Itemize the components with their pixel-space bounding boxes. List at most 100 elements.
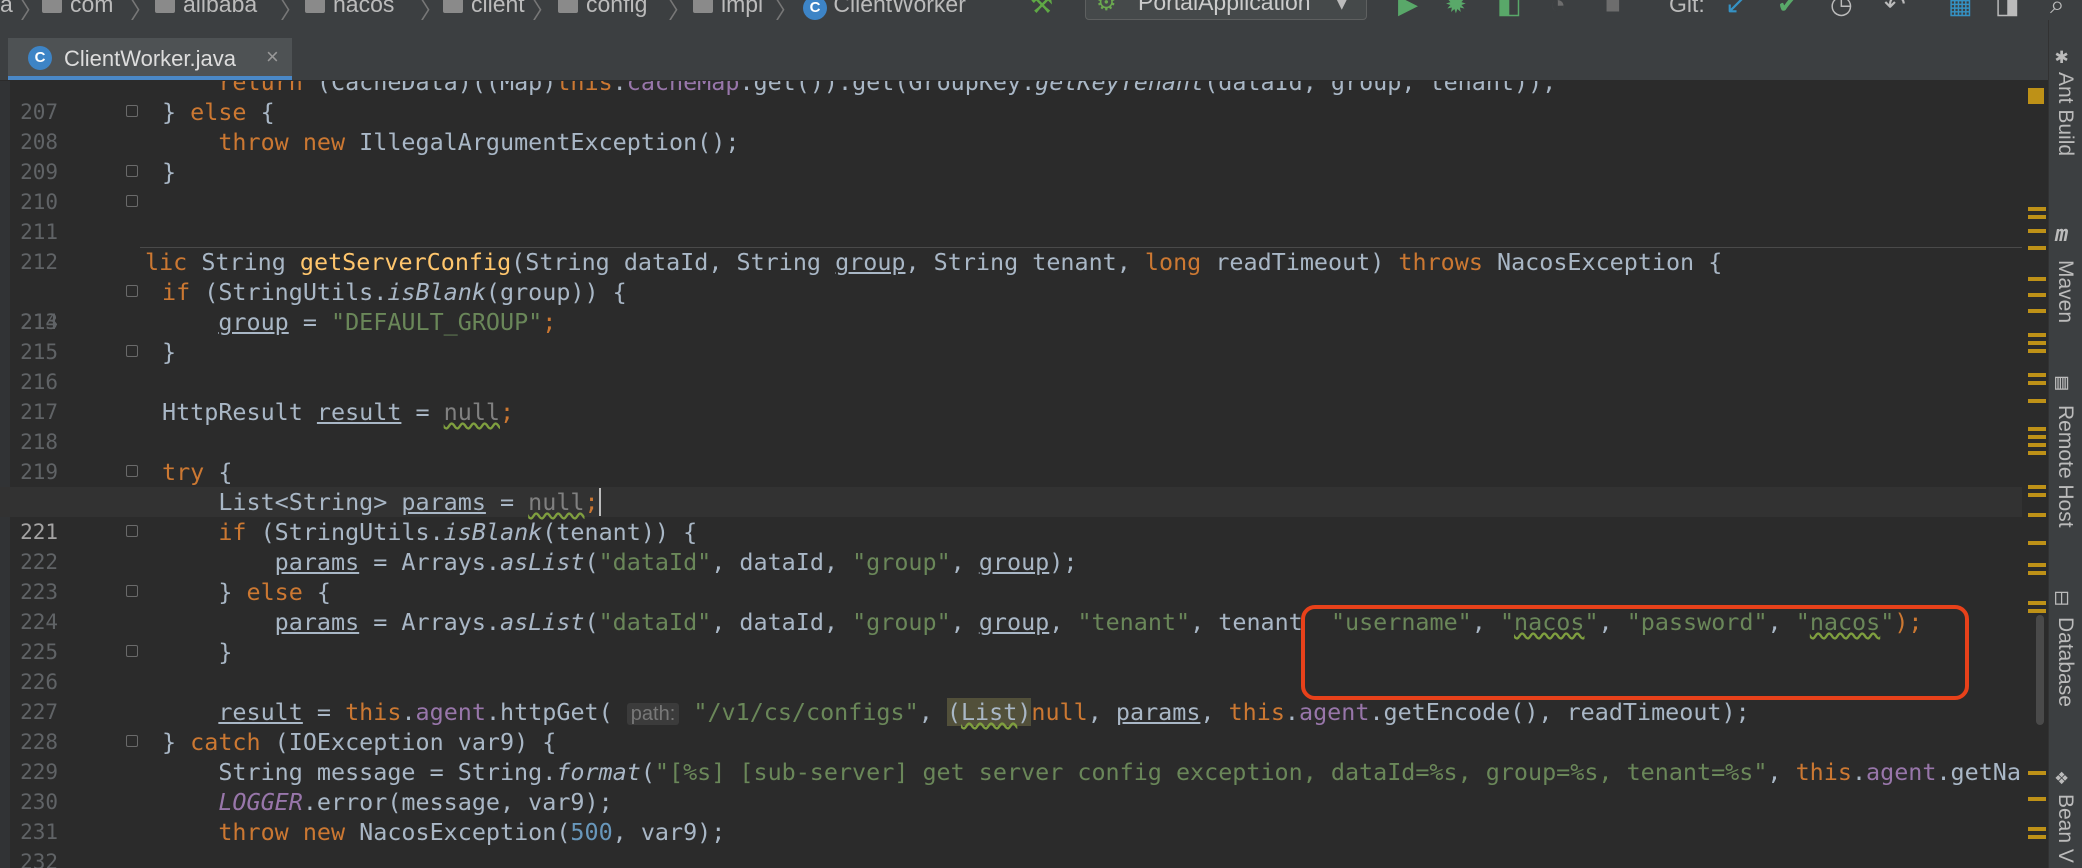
fold-icon[interactable] bbox=[126, 465, 138, 477]
code-line[interactable]: 217 bbox=[0, 367, 2022, 424]
warning-mark[interactable] bbox=[2028, 485, 2046, 489]
coverage-icon[interactable]: ◧ bbox=[1497, 0, 1522, 18]
warning-mark[interactable] bbox=[2028, 435, 2046, 439]
tool-ant-build[interactable]: Ant Build bbox=[2053, 72, 2077, 156]
breadcrumb-item[interactable]: client bbox=[443, 0, 525, 18]
search-icon[interactable]: ⌕ bbox=[2050, 0, 2065, 18]
debug-icon[interactable]: ✹ bbox=[1445, 0, 1467, 18]
warning-mark[interactable] bbox=[2028, 571, 2046, 575]
code-line[interactable]: 207 return (CacheData)((Map)this.cacheMa… bbox=[0, 81, 2022, 124]
warning-mark[interactable] bbox=[2028, 341, 2046, 345]
code-line[interactable]: 231 LOGGER.error(message, var9); bbox=[0, 787, 2022, 844]
close-icon[interactable]: × bbox=[266, 44, 279, 70]
stop-icon[interactable]: ■ bbox=[1605, 0, 1621, 18]
warning-mark[interactable] bbox=[2028, 797, 2046, 801]
warning-mark[interactable] bbox=[2028, 835, 2046, 839]
warning-mark[interactable] bbox=[2028, 373, 2046, 377]
code-line[interactable]: 210 } bbox=[0, 157, 2022, 214]
inspection-status-icon[interactable] bbox=[2028, 88, 2044, 104]
highlight-annotation-box bbox=[1301, 605, 1969, 700]
breadcrumb-item[interactable]: a bbox=[0, 0, 13, 18]
code-line[interactable]: 218 HttpResult result = null; bbox=[0, 397, 2022, 454]
code-line[interactable]: 212 bbox=[0, 217, 2022, 274]
code-line[interactable]: 230 String message = String.format("[%s]… bbox=[0, 757, 2022, 814]
breadcrumb-item[interactable]: com bbox=[42, 0, 113, 18]
error-stripe[interactable] bbox=[2026, 81, 2048, 868]
history-icon[interactable]: ◷ bbox=[1830, 0, 1853, 18]
warning-mark[interactable] bbox=[2028, 349, 2046, 353]
tool-database[interactable]: Database bbox=[2053, 617, 2077, 707]
code-line[interactable]: 213 lic String getServerConfig(String da… bbox=[0, 247, 2022, 334]
git-update-icon[interactable]: ↙ bbox=[1725, 0, 1747, 18]
run-config-select[interactable]: ⚙ PortalApplication ▾ bbox=[1085, 0, 1367, 20]
warning-mark[interactable] bbox=[2028, 309, 2046, 313]
warning-mark[interactable] bbox=[2028, 563, 2046, 567]
fold-icon[interactable] bbox=[126, 525, 138, 537]
code-line[interactable]: 209 throw new IllegalArgumentException()… bbox=[0, 127, 2022, 184]
fold-icon[interactable] bbox=[126, 195, 138, 207]
project-structure-icon[interactable]: ▦ bbox=[1948, 0, 1973, 18]
class-icon: C bbox=[803, 0, 827, 20]
warning-mark[interactable] bbox=[2028, 333, 2046, 337]
fold-icon[interactable] bbox=[126, 645, 138, 657]
warning-mark[interactable] bbox=[2028, 207, 2046, 211]
warning-mark[interactable] bbox=[2028, 771, 2046, 775]
fold-icon[interactable] bbox=[126, 345, 138, 357]
code-line[interactable]: 223 params = Arrays.asList("dataId", dat… bbox=[0, 547, 2022, 604]
warning-mark[interactable] bbox=[2028, 827, 2046, 831]
tool-maven[interactable]: Maven bbox=[2053, 260, 2077, 323]
fold-icon[interactable] bbox=[126, 735, 138, 747]
breadcrumb-item[interactable]: config bbox=[558, 0, 647, 18]
fold-icon[interactable] bbox=[126, 165, 138, 177]
code-line[interactable]: 222 if (StringUtils.isBlank(tenant)) { bbox=[0, 517, 2022, 574]
warning-mark[interactable] bbox=[2028, 427, 2046, 431]
code-line[interactable]: 214 if (StringUtils.isBlank(group)) { bbox=[0, 277, 2022, 334]
tab-clientworker-java[interactable]: C ClientWorker.java × bbox=[8, 38, 292, 80]
code-line-current[interactable]: 221 List<String> params = null; bbox=[0, 487, 2022, 544]
code-line[interactable]: 228 result = this.agent.httpGet( path: "… bbox=[0, 697, 2022, 754]
warning-mark[interactable] bbox=[2028, 277, 2046, 281]
breadcrumb-separator: 〉 bbox=[775, 0, 798, 20]
breadcrumb-item[interactable]: impl bbox=[693, 0, 763, 18]
code-line[interactable]: 215 group = "DEFAULT_GROUP"; bbox=[0, 307, 2022, 364]
code-line[interactable]: 220 try { bbox=[0, 457, 2022, 514]
warning-mark[interactable] bbox=[2028, 293, 2046, 297]
warning-mark[interactable] bbox=[2028, 399, 2046, 403]
tool-bean-validation[interactable]: Bean V bbox=[2053, 794, 2077, 863]
warning-mark[interactable] bbox=[2028, 513, 2046, 517]
code-line[interactable]: 211 bbox=[0, 187, 2022, 244]
code-line[interactable]: 224 } else { bbox=[0, 577, 2022, 634]
breadcrumb-item[interactable]: nacos bbox=[305, 0, 394, 18]
warning-mark[interactable] bbox=[2028, 246, 2046, 250]
folder-icon bbox=[42, 0, 62, 13]
fold-icon[interactable] bbox=[126, 105, 138, 117]
git-commit-icon[interactable]: ✔ bbox=[1777, 0, 1799, 18]
code-line[interactable]: 219 bbox=[0, 427, 2022, 484]
breadcrumb-item[interactable]: C ClientWorker bbox=[803, 0, 966, 20]
warning-mark[interactable] bbox=[2028, 215, 2046, 219]
warning-mark[interactable] bbox=[2028, 451, 2046, 455]
run-icon[interactable]: ▶ bbox=[1398, 0, 1418, 18]
breadcrumb-separator: 〉 bbox=[130, 0, 153, 20]
code-line[interactable]: 229 } catch (IOException var9) { bbox=[0, 727, 2022, 784]
warning-mark[interactable] bbox=[2028, 381, 2046, 385]
layout-icon[interactable]: ◨ bbox=[1995, 0, 2020, 18]
scrollbar-thumb[interactable] bbox=[2036, 615, 2044, 725]
fold-icon[interactable] bbox=[126, 585, 138, 597]
code-editor[interactable]: 207 return (CacheData)((Map)this.cacheMa… bbox=[0, 81, 2022, 868]
profile-icon[interactable]: ◔ bbox=[1550, 0, 1566, 18]
warning-mark[interactable] bbox=[2028, 609, 2046, 613]
warning-mark[interactable] bbox=[2028, 541, 2046, 545]
tool-remote-host[interactable]: Remote Host bbox=[2053, 405, 2077, 528]
warning-mark[interactable] bbox=[2028, 493, 2046, 497]
revert-icon[interactable]: ↶ bbox=[1884, 0, 1906, 18]
code-line[interactable]: 208 } else { bbox=[0, 97, 2022, 154]
warning-mark[interactable] bbox=[2028, 229, 2046, 233]
hammer-icon[interactable]: ⚒ bbox=[1030, 0, 1053, 18]
warning-mark[interactable] bbox=[2028, 443, 2046, 447]
code-line[interactable]: 216 } bbox=[0, 337, 2022, 394]
warning-mark[interactable] bbox=[2028, 601, 2046, 605]
fold-icon[interactable] bbox=[126, 285, 138, 297]
code-line[interactable]: 232 throw new NacosException(500, var9); bbox=[0, 817, 2022, 868]
breadcrumb-item[interactable]: alibaba bbox=[155, 0, 257, 18]
